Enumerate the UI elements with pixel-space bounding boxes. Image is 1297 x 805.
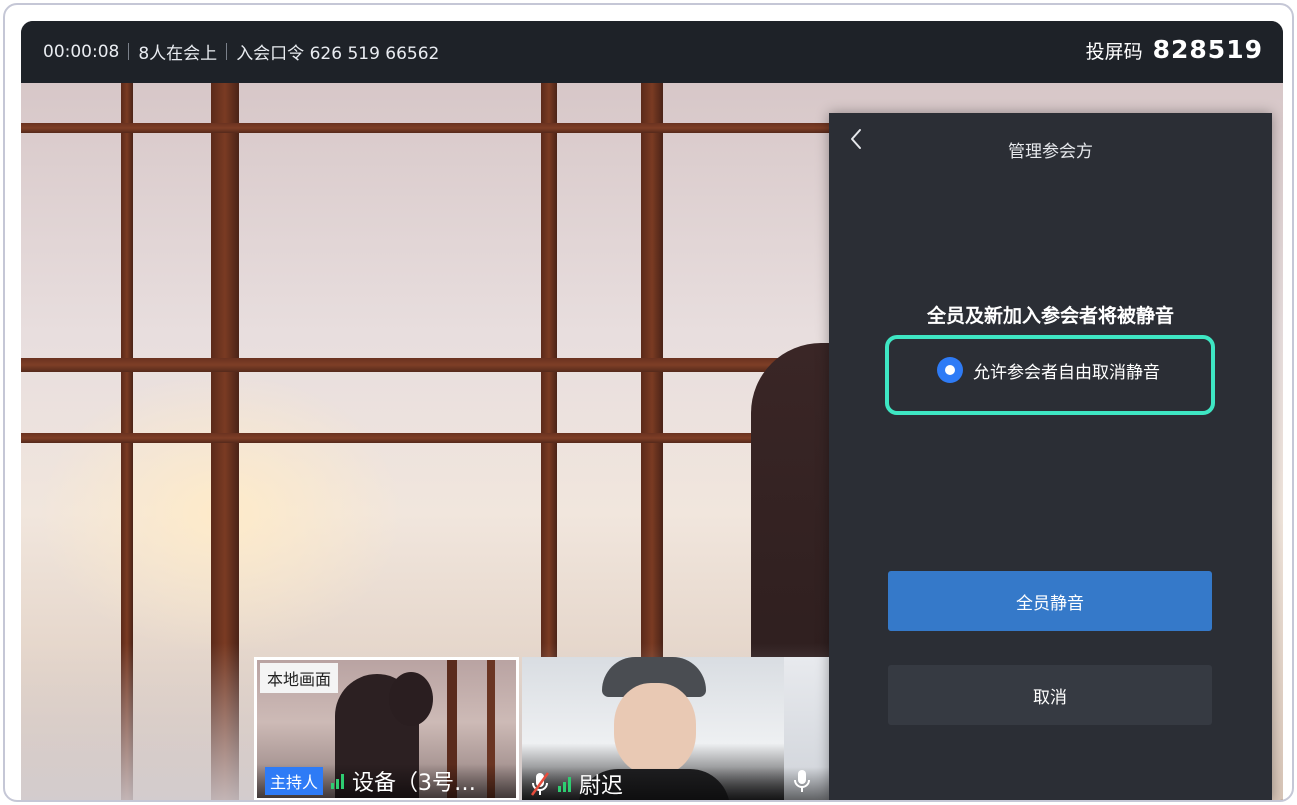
mute-notice: 全员及新加入参会者将被静音: [926, 305, 1174, 327]
window-frame: 00:00:08 8人在会上 入会口令 626 519 66562 投屏码 82…: [3, 3, 1294, 802]
divider: [128, 43, 130, 60]
signal-icon: [331, 773, 345, 789]
mute-all-button[interactable]: 全员静音: [888, 571, 1212, 631]
participant-count: 8人在会上: [138, 44, 218, 64]
tile-caption: 主持人 设备（3号…: [257, 764, 516, 798]
allow-unmute-option[interactable]: 允许参会者自由取消静音: [937, 357, 1160, 383]
radio-checked-icon[interactable]: [937, 357, 963, 383]
local-video-tile[interactable]: 本地画面 主持人 设备（3号…: [254, 657, 519, 800]
participant-video-tile[interactable]: 尉迟: [522, 657, 784, 800]
manage-participants-panel: 管理参会方 全员及新加入参会者将被静音 允许参会者自由取消静音 全员静音 取消: [829, 113, 1272, 800]
person-head: [389, 672, 433, 726]
host-badge: 主持人: [265, 767, 324, 795]
allow-unmute-label: 允许参会者自由取消静音: [973, 362, 1160, 383]
window-transom: [21, 433, 851, 443]
mic-muted-icon: [530, 771, 550, 797]
window-transom: [21, 358, 851, 372]
panel-title: 管理参会方: [1008, 142, 1093, 162]
participant-name: 设备（3号…: [352, 771, 477, 796]
participant-face: [614, 683, 696, 775]
signal-icon: [558, 776, 571, 792]
mic-icon: [792, 768, 812, 800]
meeting-screen: 00:00:08 8人在会上 入会口令 626 519 66562 投屏码 82…: [21, 21, 1283, 800]
local-video-tag: 本地画面: [260, 663, 339, 693]
cast-code-value: 828519: [1152, 35, 1263, 64]
cast-code-display: 投屏码 828519: [1086, 35, 1263, 64]
cancel-button[interactable]: 取消: [888, 665, 1212, 725]
status-bar: 00:00:08 8人在会上 入会口令 626 519 66562 投屏码 82…: [21, 21, 1283, 83]
divider: [226, 43, 228, 60]
cast-code-label: 投屏码: [1085, 41, 1143, 63]
meeting-passcode: 入会口令 626 519 66562: [236, 44, 440, 64]
participant-name: 尉迟: [579, 774, 624, 799]
tile-caption: 尉迟: [522, 767, 784, 800]
window-transom: [21, 123, 851, 133]
participant-strip: 本地画面 主持人 设备（3号… 尉迟: [254, 657, 854, 800]
meeting-duration: 00:00:08: [43, 41, 120, 62]
meeting-info: 00:00:08 8人在会上 入会口令 626 519 66562: [43, 39, 440, 65]
